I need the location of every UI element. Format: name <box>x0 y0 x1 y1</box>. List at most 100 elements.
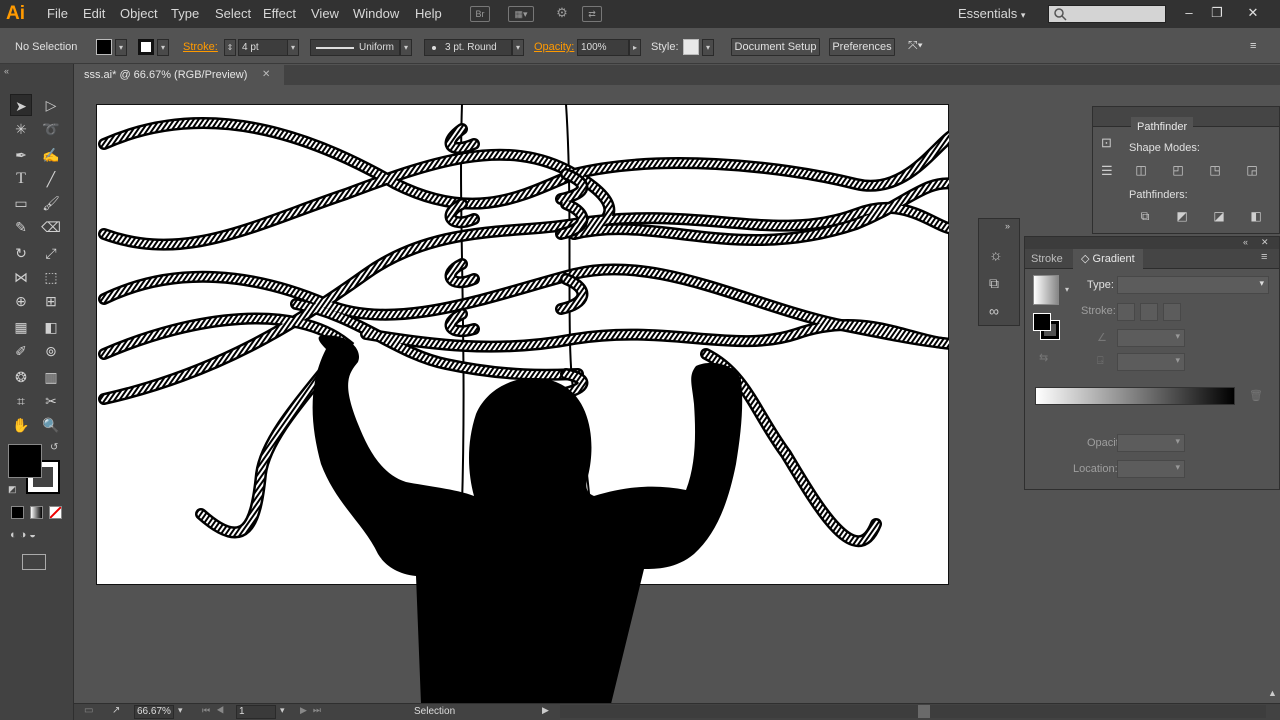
zoom-tool-icon[interactable]: 🔍 <box>40 414 62 436</box>
close-tab-icon[interactable]: ✕ <box>262 65 274 85</box>
symbols-icon[interactable]: ⧉ <box>989 275 999 292</box>
mesh-tool-icon[interactable]: ▦ <box>10 316 32 338</box>
isolate-icon[interactable]: ⤧▾ <box>908 38 923 52</box>
scale-tool-icon[interactable]: ⤢ <box>40 242 62 264</box>
divide-icon[interactable]: ⧉ <box>1135 207 1155 225</box>
pencil-tool-icon[interactable]: ✎ <box>10 216 32 238</box>
scrollbar-thumb[interactable] <box>918 705 930 718</box>
free-transform-tool-icon[interactable]: ⬚ <box>40 266 62 288</box>
magic-wand-tool-icon[interactable]: ✳ <box>10 118 32 140</box>
none-mode-icon[interactable] <box>49 506 62 519</box>
unite-icon[interactable]: ◫ <box>1131 161 1151 179</box>
brush-definition[interactable]: 3 pt. Round <box>424 39 512 56</box>
eraser-tool-icon[interactable]: ⌫ <box>40 216 62 238</box>
variable-width-profile[interactable]: Uniform <box>310 39 400 56</box>
stroke-color-dropdown[interactable]: ▾ <box>157 39 169 56</box>
menu-type[interactable]: Type <box>171 0 199 28</box>
artboard-dropdown[interactable]: ▾ <box>280 705 285 716</box>
stroke-swatch[interactable] <box>138 39 154 55</box>
artboard-number-field[interactable]: 1 <box>236 705 276 719</box>
gradient-presets-dropdown[interactable]: ▾ <box>1065 285 1069 294</box>
brush-dropdown[interactable]: ▾ <box>512 39 524 56</box>
fill-dropdown[interactable]: ▾ <box>115 39 127 56</box>
menu-view[interactable]: View <box>311 0 339 28</box>
gradient-tab[interactable]: ◇ Gradient <box>1073 249 1143 269</box>
transform-icon[interactable]: ☰ <box>1101 163 1113 179</box>
column-graph-tool-icon[interactable]: ▥ <box>40 366 62 388</box>
zoom-field[interactable]: 66.67% <box>134 705 174 719</box>
stroke-along-icon[interactable] <box>1140 303 1158 321</box>
exclude-icon[interactable]: ◲ <box>1242 161 1262 179</box>
stroke-stepper[interactable]: ⇕ <box>224 39 236 56</box>
pathfinder-tab[interactable]: Pathfinder <box>1131 117 1194 137</box>
reverse-gradient-icon[interactable]: ⇆ <box>1039 351 1048 364</box>
color-guide-icon[interactable]: ☼ <box>989 247 1003 264</box>
style-dropdown[interactable]: ▾ <box>702 39 714 56</box>
align-icon[interactable]: ⊡ <box>1101 135 1112 151</box>
crop-icon[interactable]: ◧ <box>1246 207 1266 225</box>
default-colors-icon[interactable]: ◩ <box>8 484 17 495</box>
stroke-label[interactable]: Stroke: <box>183 40 218 54</box>
creative-cloud-icon[interactable]: ∞ <box>989 303 999 319</box>
angle-field[interactable]: ▾ <box>1117 329 1185 347</box>
screen-mode-icon[interactable] <box>22 554 46 570</box>
fill-swatch[interactable] <box>96 39 112 55</box>
pen-tool-icon[interactable]: ✒ <box>10 144 32 166</box>
workspace-switcher[interactable]: Essentials ▾ <box>958 0 1025 28</box>
gradient-type-select[interactable]: ▾ <box>1117 276 1269 294</box>
expand-dock-icon[interactable]: » <box>1005 221 1010 231</box>
lasso-tool-icon[interactable]: ➰ <box>40 118 62 140</box>
control-panel-menu-icon[interactable]: ≡ <box>1250 39 1256 53</box>
minus-front-icon[interactable]: ◰ <box>1168 161 1188 179</box>
menu-select[interactable]: Select <box>215 0 251 28</box>
color-mode-icon[interactable] <box>11 506 24 519</box>
paintbrush-tool-icon[interactable]: 🖌 <box>40 192 62 214</box>
opacity-field[interactable]: 100% <box>577 39 629 56</box>
stroke-weight-dropdown[interactable]: ▾ <box>287 39 299 56</box>
rotate-tool-icon[interactable]: ↻ <box>10 242 32 264</box>
gradient-preview-swatch[interactable] <box>1033 275 1059 305</box>
menu-file[interactable]: File <box>47 0 68 28</box>
artboard-tool-icon[interactable]: ⌗ <box>10 390 32 412</box>
arrange-documents-icon[interactable]: ▦▾ <box>508 6 534 22</box>
draw-modes-icon[interactable]: ◐◑◒ <box>10 529 39 541</box>
restore-button[interactable]: ❐ <box>1208 4 1226 22</box>
slice-tool-icon[interactable]: ✂ <box>40 390 62 412</box>
gradient-tool-icon[interactable]: ◧ <box>40 316 62 338</box>
shape-builder-tool-icon[interactable]: ⊕ <box>10 290 32 312</box>
delete-stop-icon[interactable]: 🗑 <box>1249 389 1263 402</box>
sync-icon[interactable]: ⇄ <box>582 6 602 22</box>
stroke-within-icon[interactable] <box>1117 303 1135 321</box>
gradient-slider[interactable] <box>1035 387 1235 405</box>
zoom-dropdown[interactable]: ▾ <box>178 705 183 716</box>
close-window-button[interactable]: ✕ <box>1244 4 1262 22</box>
aspect-ratio-field[interactable]: ▾ <box>1117 353 1185 371</box>
selection-tool-icon[interactable]: ➤ <box>10 94 32 116</box>
menu-object[interactable]: Object <box>120 0 158 28</box>
document-tab[interactable]: sss.ai* @ 66.67% (RGB/Preview) <box>74 65 284 85</box>
stroke-weight-field[interactable]: 4 pt <box>238 39 288 56</box>
location-field[interactable]: ▾ <box>1117 460 1185 478</box>
gradient-opacity-field[interactable]: ▾ <box>1117 434 1185 452</box>
type-tool-icon[interactable]: T <box>10 168 32 190</box>
hand-tool-icon[interactable]: ✋ <box>10 414 32 436</box>
opacity-label[interactable]: Opacity: <box>534 40 574 54</box>
blend-tool-icon[interactable]: ⊚ <box>40 340 62 362</box>
document-setup-button[interactable]: Document Setup <box>731 38 820 56</box>
opacity-slider-button[interactable]: ▸ <box>629 39 641 56</box>
artboard-prev-icons[interactable]: ⏮◀ <box>202 705 230 716</box>
share-icon[interactable]: ↗ <box>112 705 120 716</box>
fill-color-box[interactable] <box>8 444 42 478</box>
collapse-panel-icon[interactable]: « <box>1243 237 1248 247</box>
menu-effect[interactable]: Effect <box>263 0 296 28</box>
horizontal-scrollbar[interactable] <box>560 705 1266 718</box>
line-tool-icon[interactable]: ╱ <box>40 168 62 190</box>
collapse-tools-icon[interactable]: « <box>4 66 9 76</box>
bridge-button[interactable]: Br <box>470 6 490 22</box>
merge-icon[interactable]: ◪ <box>1209 207 1229 225</box>
stroke-tab[interactable]: Stroke <box>1031 249 1063 269</box>
minimize-button[interactable]: – <box>1180 4 1198 22</box>
menu-edit[interactable]: Edit <box>83 0 105 28</box>
gradient-panel-menu-icon[interactable]: ≡ <box>1261 251 1267 263</box>
symbol-sprayer-tool-icon[interactable]: ❂ <box>10 366 32 388</box>
